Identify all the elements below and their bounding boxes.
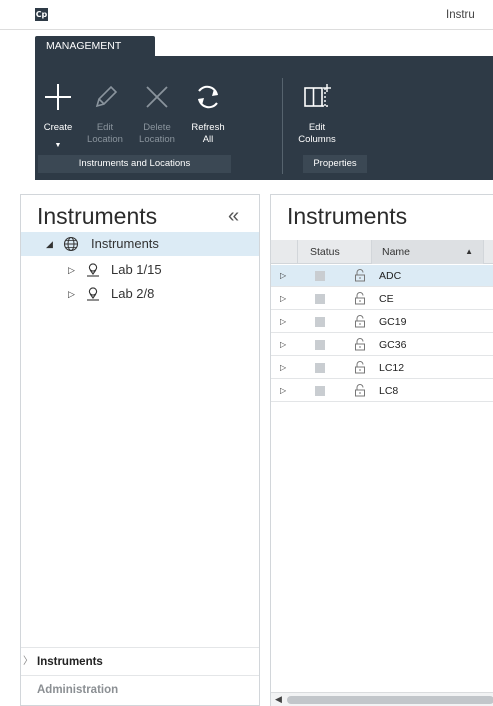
left-panel-title: Instruments <box>37 203 158 229</box>
row-expand-icon[interactable]: ▷ <box>280 380 286 402</box>
row-name: LC8 <box>379 385 399 397</box>
nav-administration[interactable]: Administration <box>21 675 259 703</box>
nav-indicator-icon: 〉 <box>23 656 33 667</box>
right-panel: Instruments Status Name ▲ ▷ ADC ▷ CE ▷ G… <box>270 194 493 706</box>
status-indicator <box>315 294 325 304</box>
group-instruments-and-locations: Instruments and Locations <box>38 155 231 173</box>
nav-instruments[interactable]: 〉 Instruments <box>21 647 259 675</box>
nav-instruments-label: Instruments <box>37 656 103 668</box>
column-header-status[interactable]: Status <box>297 240 371 264</box>
plus-icon <box>45 84 71 110</box>
status-indicator <box>315 386 325 396</box>
unlock-icon <box>355 292 365 305</box>
ribbon-separator <box>282 78 283 174</box>
sort-ascending-icon: ▲ <box>465 247 473 256</box>
delete-x-icon <box>146 86 168 108</box>
globe-icon <box>63 236 79 252</box>
pencil-icon <box>95 85 118 108</box>
group-properties: Properties <box>303 155 367 173</box>
tree-item-label: Lab 1/15 <box>111 262 162 277</box>
column-header-name-label: Name <box>382 246 411 258</box>
row-expand-icon[interactable]: ▷ <box>280 357 286 379</box>
edit-columns-button[interactable]: Edit Columns <box>287 56 347 148</box>
unlock-icon <box>355 338 365 351</box>
tree-item-lab-2-8[interactable]: ▷ Lab 2/8 <box>21 282 259 306</box>
create-button[interactable]: Create ▼ <box>38 56 78 149</box>
unlock-icon <box>355 269 365 282</box>
title-bar: Cp Instru <box>0 0 493 30</box>
row-expand-icon[interactable]: ▷ <box>280 265 286 287</box>
row-expand-icon[interactable]: ▷ <box>280 311 286 333</box>
ribbon-tab-strip: MANAGEMENT <box>35 30 493 57</box>
row-name: ADC <box>379 270 402 282</box>
location-pin-icon <box>87 287 99 301</box>
status-indicator <box>315 363 325 373</box>
tree-item-lab-1-15[interactable]: ▷ Lab 1/15 <box>21 258 259 282</box>
refresh-icon <box>198 85 218 109</box>
row-name: GC19 <box>379 316 407 328</box>
right-panel-title: Instruments <box>287 203 408 229</box>
table-row[interactable]: ▷ LC8 <box>271 380 493 402</box>
column-header-status-label: Status <box>310 246 340 258</box>
refresh-all-button[interactable]: Refresh All <box>185 56 231 148</box>
unlock-icon <box>355 361 365 374</box>
collapse-panel-icon[interactable]: « <box>228 205 239 228</box>
collapsed-triangle-icon[interactable]: ▷ <box>68 258 75 282</box>
tree-item-instruments[interactable]: ◢ Instruments <box>21 232 259 256</box>
horizontal-scrollbar[interactable]: ◀ <box>271 692 493 706</box>
refresh-all-label: Refresh All <box>191 122 225 145</box>
scroll-left-icon[interactable]: ◀ <box>275 693 282 706</box>
status-indicator <box>315 340 325 350</box>
app-logo: Cp <box>35 8 48 21</box>
edit-columns-icon <box>304 84 331 107</box>
table-row[interactable]: ▷ LC12 <box>271 357 493 379</box>
edit-location-button[interactable]: Edit Location <box>81 56 129 148</box>
window-title: Instru <box>446 9 475 21</box>
collapsed-triangle-icon[interactable]: ▷ <box>68 282 75 306</box>
scrollbar-thumb[interactable] <box>287 696 493 704</box>
ribbon: Create ▼ Edit Location Delete Location R… <box>35 56 493 180</box>
expanded-triangle-icon[interactable]: ◢ <box>46 232 53 256</box>
tree-item-label: Lab 2/8 <box>111 286 155 301</box>
status-indicator <box>315 271 325 281</box>
nav-administration-label: Administration <box>37 684 119 696</box>
edit-location-label: Edit Location <box>87 122 123 145</box>
row-expand-icon[interactable]: ▷ <box>280 334 286 356</box>
row-name: CE <box>379 293 394 305</box>
row-name: LC12 <box>379 362 405 374</box>
grid-header: Status Name ▲ <box>271 240 493 264</box>
row-expand-icon[interactable]: ▷ <box>280 288 286 310</box>
tab-management[interactable]: MANAGEMENT <box>35 36 155 57</box>
left-panel: Instruments « ◢ Instruments ▷ Lab 1/15 ▷… <box>20 194 260 706</box>
column-header-name[interactable]: Name ▲ <box>371 240 484 264</box>
delete-location-button[interactable]: Delete Location <box>132 56 182 148</box>
delete-location-label: Delete Location <box>139 122 175 145</box>
tree-item-label: Instruments <box>91 236 159 251</box>
table-row[interactable]: ▷ GC36 <box>271 334 493 356</box>
location-pin-icon <box>87 263 99 277</box>
create-button-label: Create <box>43 122 73 133</box>
table-row[interactable]: ▷ CE <box>271 288 493 310</box>
status-indicator <box>315 317 325 327</box>
unlock-icon <box>355 384 365 397</box>
unlock-icon <box>355 315 365 328</box>
table-row[interactable]: ▷ ADC <box>271 265 493 287</box>
row-name: GC36 <box>379 339 407 351</box>
table-row[interactable]: ▷ GC19 <box>271 311 493 333</box>
chevron-down-icon: ▼ <box>54 142 62 149</box>
edit-columns-label: Edit Columns <box>298 122 336 145</box>
